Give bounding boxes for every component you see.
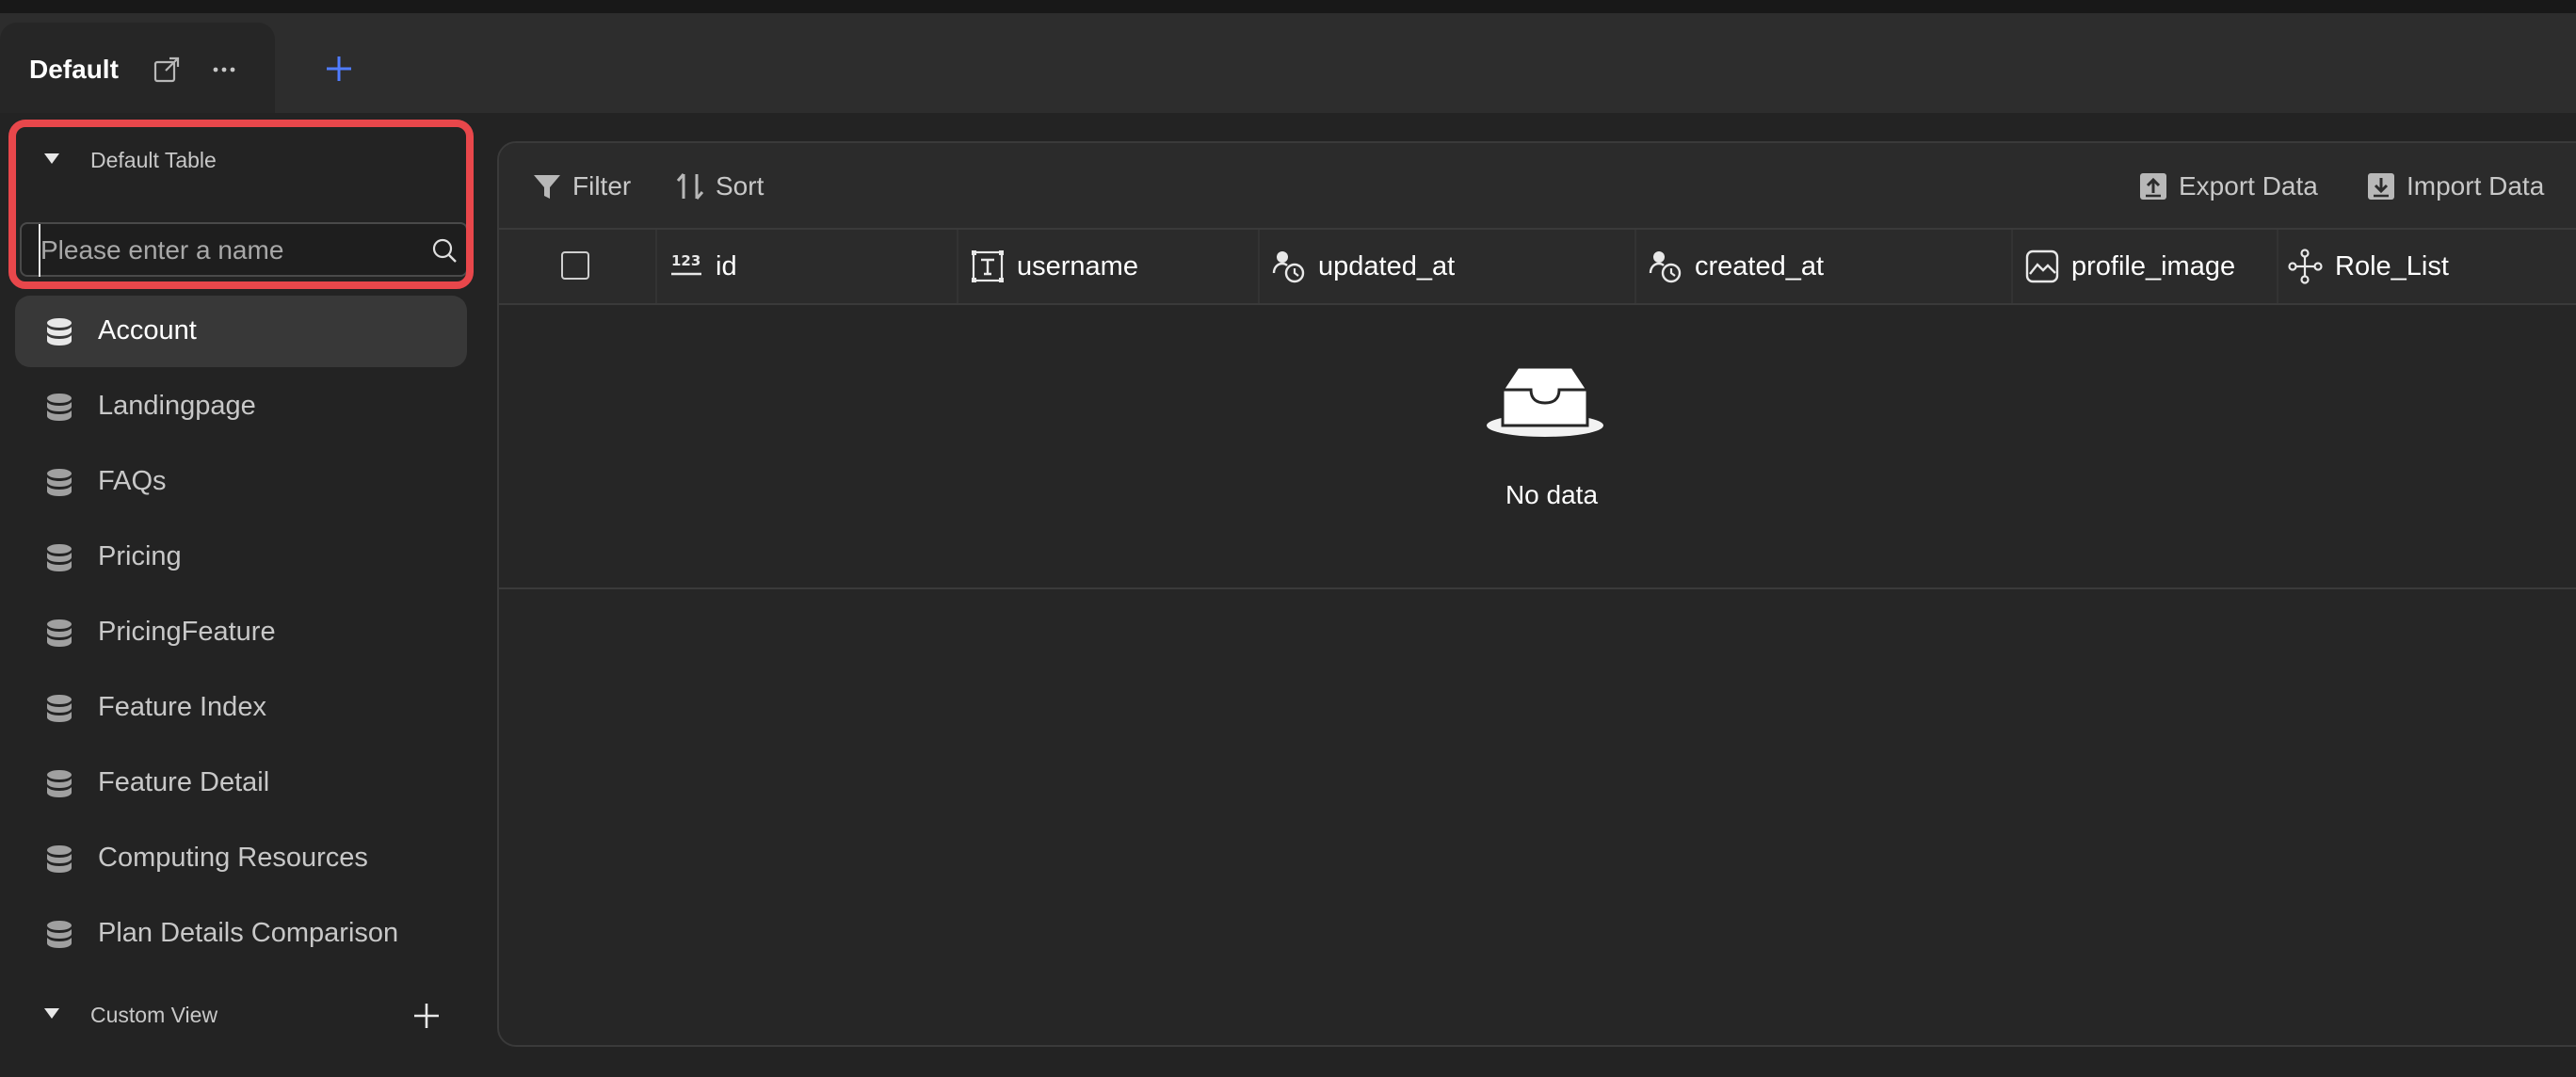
filter-label: Filter (572, 171, 632, 201)
column-label: profile_image (2071, 250, 2236, 281)
column-header-created-at[interactable]: created_at (1648, 230, 1824, 303)
column-header-role-list[interactable]: Role_List (2288, 230, 2449, 303)
user-clock-icon (1649, 251, 1682, 283)
number-icon: 123 (671, 252, 701, 276)
sidebar-item-label: Feature Detail (98, 767, 270, 797)
empty-inbox-icon (1487, 365, 1603, 437)
database-icon (47, 469, 72, 496)
sidebar-item-label: Computing Resources (98, 843, 368, 873)
export-icon (2140, 173, 2166, 200)
table-toolbar: Filter Sort Export Data Import Data (499, 143, 2576, 230)
database-icon (47, 845, 72, 873)
section-label: Custom View (90, 1003, 218, 1027)
export-data-button[interactable]: Export Data (2137, 168, 2318, 205)
sidebar-item-feature-detail[interactable]: Feature Detail (15, 747, 467, 819)
sidebar-item-computing-resources[interactable]: Computing Resources (15, 823, 467, 894)
import-label: Import Data (2407, 171, 2545, 201)
sidebar-item-faqs[interactable]: FAQs (15, 446, 467, 518)
select-all-checkbox[interactable] (561, 251, 589, 280)
column-divider (655, 230, 657, 303)
svg-text:123: 123 (671, 252, 700, 269)
export-label: Export Data (2179, 171, 2318, 201)
database-icon (47, 544, 72, 571)
highlight-annotation (8, 120, 474, 289)
tab-bar (0, 13, 2576, 113)
table-body (499, 305, 2576, 589)
column-divider (957, 230, 958, 303)
sidebar-item-label: FAQs (98, 466, 167, 496)
sidebar-item-pricing[interactable]: Pricing (15, 522, 467, 593)
database-icon (47, 695, 72, 722)
column-label: updated_at (1318, 250, 1456, 281)
window-top-strip (0, 0, 2576, 13)
column-divider (1258, 230, 1260, 303)
column-label: Role_List (2335, 250, 2449, 281)
sidebar-item-label: Plan Details Comparison (98, 918, 399, 948)
column-header-id[interactable]: 123 id (668, 230, 737, 303)
column-header-profile-image[interactable]: profile_image (2024, 230, 2235, 303)
filter-button[interactable]: Filter (531, 168, 631, 205)
empty-state-text: No data (1505, 480, 1599, 509)
database-icon (47, 770, 72, 797)
column-divider (2277, 230, 2278, 303)
sidebar-item-landingpage[interactable]: Landingpage (15, 371, 467, 442)
caret-down-icon[interactable] (44, 1008, 59, 1019)
column-label: id (716, 250, 737, 281)
import-data-button[interactable]: Import Data (2365, 168, 2544, 205)
sidebar-item-pricingfeature[interactable]: PricingFeature (15, 597, 467, 668)
database-icon (47, 394, 72, 421)
open-external-icon[interactable] (152, 55, 182, 85)
sort-label: Sort (716, 171, 765, 201)
database-icon (47, 921, 72, 948)
relation-icon (2288, 249, 2323, 284)
column-divider (2011, 230, 2013, 303)
column-header-updated-at[interactable]: updated_at (1271, 230, 1455, 303)
sidebar-item-plan-details-comparison[interactable]: Plan Details Comparison (15, 898, 467, 970)
sort-button[interactable]: Sort (674, 168, 764, 205)
sidebar-item-label: Feature Index (98, 692, 266, 722)
sidebar-item-label: Landingpage (98, 391, 256, 421)
column-header-username[interactable]: username (970, 230, 1138, 303)
more-options-icon[interactable] (209, 55, 239, 85)
table-panel: Filter Sort Export Data Import Data 123 … (497, 141, 2576, 1047)
sidebar-item-label: Pricing (98, 541, 182, 571)
tab-title[interactable]: Default (29, 55, 119, 85)
database-icon (47, 619, 72, 647)
filter-icon (534, 175, 560, 199)
sidebar-item-label: Account (98, 315, 197, 346)
column-label: username (1017, 250, 1138, 281)
user-clock-icon (1272, 251, 1305, 283)
column-divider (1634, 230, 1636, 303)
section-custom-view[interactable]: Custom View (0, 994, 471, 1036)
text-field-icon (972, 250, 1004, 282)
sidebar-item-label: PricingFeature (98, 617, 276, 647)
table-header-row: 123 id username updated_at created_at pr… (499, 230, 2576, 305)
sidebar-item-feature-index[interactable]: Feature Index (15, 672, 467, 744)
column-label: created_at (1695, 250, 1825, 281)
add-view-icon[interactable] (411, 1000, 443, 1032)
database-icon (47, 318, 72, 346)
sort-icon (676, 173, 704, 200)
add-tab-icon[interactable] (322, 52, 356, 86)
sidebar-item-account[interactable]: Account (15, 296, 467, 367)
image-icon (2025, 249, 2059, 283)
import-icon (2368, 173, 2394, 200)
